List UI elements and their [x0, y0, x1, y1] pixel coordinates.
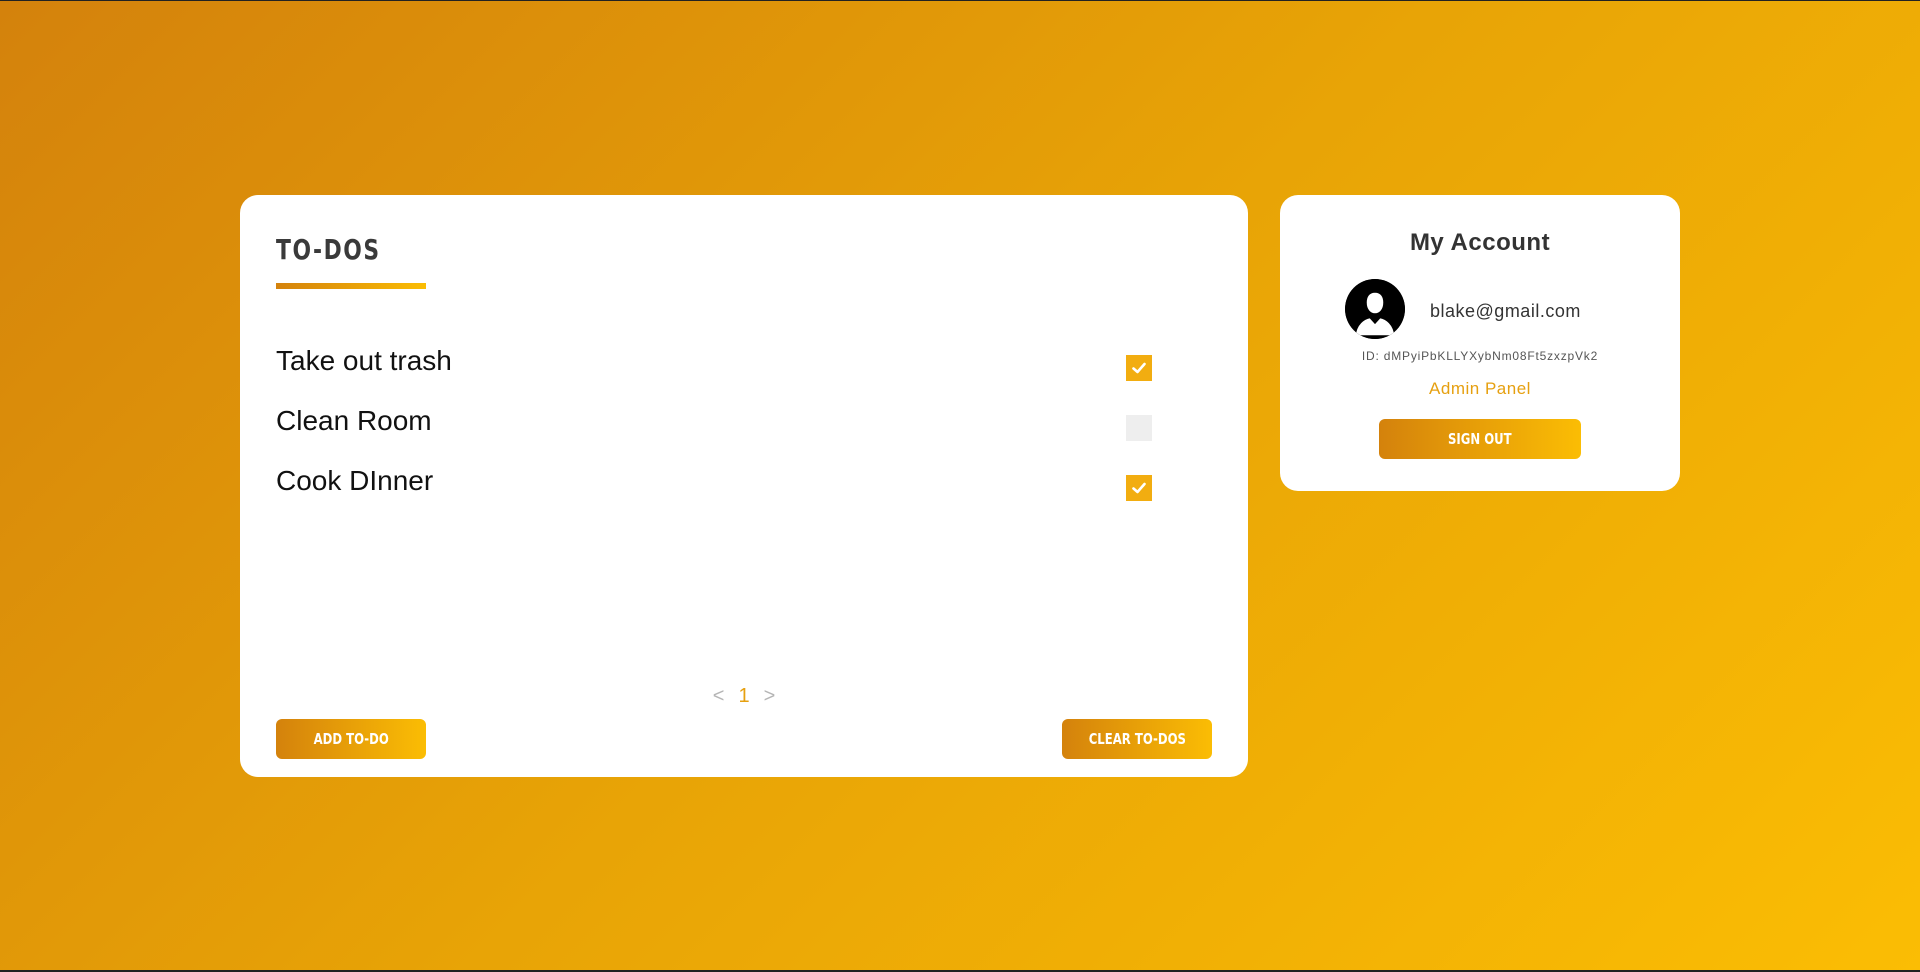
account-email: blake@gmail.com: [1430, 301, 1581, 321]
sign-out-button[interactable]: SIGN OUT: [1379, 419, 1581, 459]
todo-item: Cook DInner: [276, 465, 1212, 525]
sign-out-label: SIGN OUT: [1448, 430, 1512, 448]
clear-todos-button[interactable]: CLEAR TO-DOS: [1062, 719, 1212, 759]
next-page-button[interactable]: >: [764, 685, 776, 708]
add-todo-button[interactable]: ADD TO-DO: [276, 719, 426, 759]
todo-checkbox[interactable]: [1126, 415, 1152, 441]
admin-panel-link[interactable]: Admin Panel: [1280, 379, 1680, 399]
todo-item: Clean Room: [276, 405, 1212, 465]
add-todo-label: ADD TO-DO: [313, 730, 389, 748]
todo-checkbox[interactable]: [1126, 355, 1152, 381]
title-underline: [276, 283, 426, 289]
todo-text: Take out trash: [276, 345, 452, 376]
current-page-number[interactable]: 1: [738, 685, 749, 708]
todo-checkbox[interactable]: [1126, 475, 1152, 501]
checkmark-icon: [1132, 482, 1146, 494]
todos-title: TO-DOS: [276, 233, 381, 266]
account-user-id: ID: dMPyiPbKLLYXybNm08Ft5zxzpVk2: [1361, 349, 1599, 363]
todo-text: Cook DInner: [276, 465, 434, 496]
prev-page-button[interactable]: <: [713, 685, 725, 708]
todo-item: Take out trash: [276, 345, 1212, 405]
account-title: My Account: [1409, 229, 1551, 256]
pagination: < 1 >: [240, 685, 1248, 708]
account-card: My Account blake@gmail.com ID: dMPyiPbKL…: [1280, 195, 1680, 491]
todo-list: Take out trash Clean Room Cook DInner: [276, 345, 1212, 525]
todo-text: Clean Room: [276, 405, 432, 436]
user-avatar-icon: [1345, 279, 1405, 339]
todos-card: TO-DOS Take out trash Clean Room Cook DI…: [240, 195, 1248, 777]
clear-todos-label: CLEAR TO-DOS: [1088, 730, 1186, 748]
checkmark-icon: [1132, 362, 1146, 374]
